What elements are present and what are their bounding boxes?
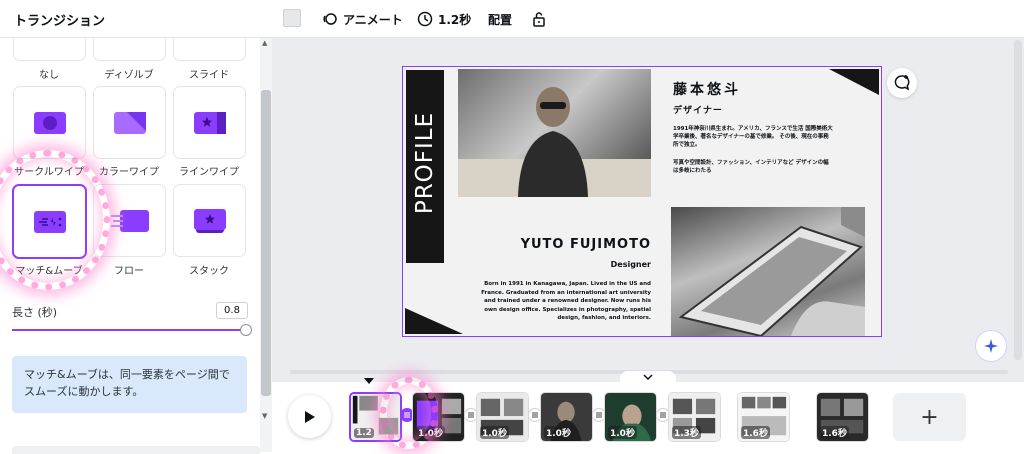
playhead-marker[interactable] — [364, 378, 374, 384]
duration-slider-handle[interactable] — [240, 324, 252, 336]
clock-icon — [417, 11, 433, 27]
page-thumbnail-3[interactable]: 1.0秒 — [476, 392, 529, 442]
timing-button[interactable]: 1.2秒 — [417, 9, 471, 29]
profile-title: PROFILE — [412, 111, 438, 215]
transition-icon — [532, 412, 538, 418]
tablet-image — [678, 207, 865, 336]
info-message: マッチ&ムーブは、同一要素をページ間でスムーズに動かします。 — [12, 356, 247, 413]
transition-icon — [596, 412, 602, 418]
play-icon — [304, 410, 315, 423]
panel-title: トランジション — [14, 14, 106, 29]
page-duration: 1.0秒 — [544, 426, 573, 439]
sparkle-icon — [984, 339, 998, 353]
timing-label: 1.2秒 — [438, 12, 472, 27]
flow-icon — [110, 209, 149, 232]
portrait-image — [458, 87, 651, 197]
tile-label-stack: スタック — [189, 266, 229, 277]
page-thumbnail-4[interactable]: 1.0秒 — [540, 392, 593, 442]
tablet-photo[interactable] — [671, 207, 865, 336]
tile-dissolve[interactable] — [93, 38, 166, 61]
tile-stack[interactable] — [173, 184, 246, 257]
jp-role: デザイナー — [673, 106, 723, 116]
tile-slide[interactable] — [173, 38, 246, 61]
transition-icon — [660, 412, 666, 418]
circle-wipe-icon — [33, 111, 66, 134]
magic-assistant-button[interactable] — [975, 330, 1007, 362]
panel-bottom-section — [12, 446, 260, 454]
canvas-vertical-scrollbar[interactable] — [1014, 40, 1022, 360]
page-duration: 1.3秒 — [672, 426, 701, 439]
tile-label-line-wipe: ラインワイプ — [179, 167, 239, 178]
tile-label-color-wipe: カラーワイプ — [99, 167, 159, 178]
animate-button[interactable]: アニメート — [322, 9, 403, 29]
en-role: Designer — [610, 260, 651, 269]
page-thumbnail-7[interactable]: 1.6秒 — [737, 392, 790, 442]
page-thumbnail-5[interactable]: 1.0秒 — [604, 392, 657, 442]
tile-label-none: なし — [39, 70, 59, 81]
scroll-up-arrow-icon[interactable]: ▲ — [262, 39, 267, 47]
arrange-button[interactable]: 配置 — [488, 9, 512, 29]
jp-bio-2: 写真や空間設計、ファッション、インテリアなど デザインの幅は多岐にわたる — [673, 160, 829, 174]
tile-label-flow: フロー — [114, 266, 144, 277]
tile-label-slide: スライド — [189, 70, 229, 81]
arrange-label: 配置 — [488, 12, 513, 27]
en-bio: Born in 1991 in Kanagawa, Japan. Lived i… — [481, 281, 651, 321]
lock-icon — [533, 12, 545, 27]
duration-slider-track[interactable] — [12, 329, 248, 331]
page-thumbnail-8[interactable]: 1.6秒 — [816, 392, 869, 442]
scroll-down-arrow-icon[interactable]: ▼ — [262, 412, 267, 420]
en-name: YUTO FUJIMOTO — [520, 237, 651, 252]
chevron-down-icon — [643, 374, 653, 380]
jp-bio: 1991年神奈川県生まれ。アメリカ、フランスで生活 国際美術大学卒業後、著名なデ… — [673, 126, 833, 148]
duration-label: 長さ (秒) — [12, 306, 58, 319]
slide-page[interactable]: PROFILE 藤本悠斗 デザイナー 1991年神奈川県生まれ。アメリカ、フラン… — [402, 66, 882, 337]
panel-scrollbar-thumb[interactable] — [261, 90, 271, 396]
page-duration: 1.6秒 — [741, 426, 770, 439]
corner-triangle-top — [829, 69, 879, 95]
stack-icon — [193, 208, 226, 233]
color-swatch[interactable] — [283, 9, 301, 27]
transition-icon — [468, 412, 474, 418]
page-duration: 1.2 — [354, 428, 374, 438]
animate-label: アニメート — [343, 12, 403, 27]
tile-circle-wipe[interactable] — [13, 86, 86, 159]
top-toolbar: トランジション アニメート 1.2秒 配置 — [0, 0, 1024, 38]
animate-icon — [323, 13, 337, 25]
highlight-annotation — [380, 377, 438, 449]
duration-input[interactable]: 0.8 — [216, 302, 248, 319]
page-thumbnail-6[interactable]: 1.3秒 — [668, 392, 721, 442]
add-page-button[interactable]: + — [893, 393, 966, 441]
portrait-photo[interactable] — [458, 69, 651, 197]
profile-bar: PROFILE — [406, 70, 444, 263]
tile-color-wipe[interactable] — [93, 86, 166, 159]
tile-line-wipe[interactable] — [173, 86, 246, 159]
page-duration: 1.0秒 — [480, 426, 509, 439]
tile-label-dissolve: ディゾルブ — [104, 70, 154, 81]
color-wipe-icon — [113, 111, 146, 134]
line-wipe-icon — [193, 111, 226, 134]
page-duration: 1.6秒 — [820, 426, 849, 439]
add-comment-button[interactable] — [887, 68, 917, 98]
corner-triangle-bottom — [405, 308, 463, 334]
lock-button[interactable] — [532, 9, 546, 29]
play-button[interactable] — [288, 395, 331, 438]
tile-none[interactable] — [13, 38, 86, 61]
jp-name: 藤本悠斗 — [673, 82, 741, 98]
page-duration: 1.0秒 — [608, 426, 637, 439]
comment-plus-icon — [894, 75, 910, 91]
